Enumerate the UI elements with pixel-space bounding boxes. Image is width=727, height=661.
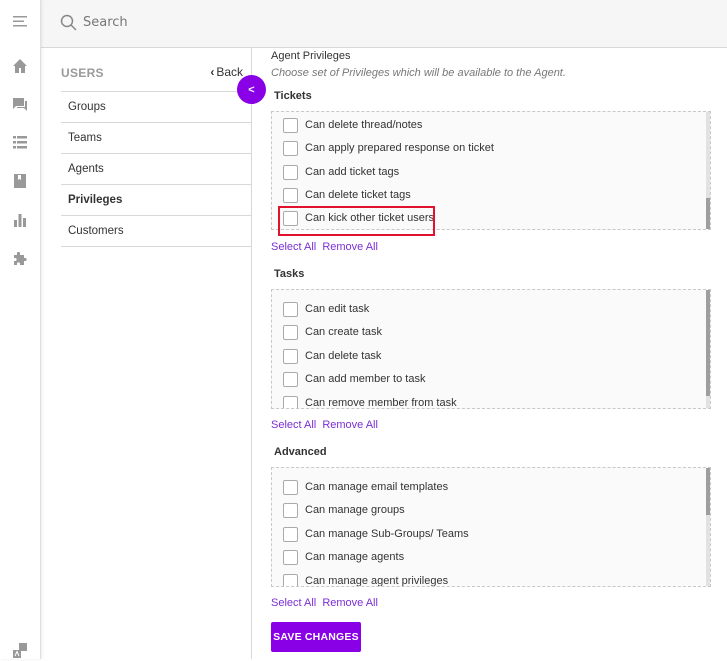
option-label: Can manage groups — [305, 504, 405, 516]
option-label: Can manage Sub-Groups/ Teams — [305, 528, 469, 540]
section-title-tickets: Tickets — [274, 90, 312, 102]
users-subnav: USERS ‹ Back Groups Teams Agents Privileg… — [41, 48, 252, 659]
option-label: Can delete ticket tags — [305, 189, 411, 201]
collapse-sidebar-button[interactable]: < — [237, 75, 266, 104]
back-link[interactable]: ‹ Back — [210, 65, 243, 79]
checkbox[interactable] — [283, 210, 298, 226]
icon-rail — [0, 0, 41, 659]
checkbox[interactable] — [283, 479, 298, 495]
chevron-left-icon: ‹ — [210, 65, 215, 79]
option-row: Can manage Sub-Groups/ Teams — [283, 525, 469, 543]
save-changes-button[interactable]: SAVE CHANGES — [271, 622, 361, 652]
remove-all-link[interactable]: Remove All — [322, 241, 378, 253]
option-row: Can add ticket tags — [283, 163, 399, 181]
puzzle-icon[interactable] — [10, 249, 30, 269]
option-row: Can delete ticket tags — [283, 186, 411, 204]
checkbox[interactable] — [283, 187, 298, 203]
option-label: Can kick other ticket users — [305, 212, 434, 224]
search-icon — [60, 14, 77, 31]
option-row: Can kick other ticket users — [283, 209, 434, 227]
bar-chart-icon[interactable] — [10, 210, 30, 230]
subnav-item-teams[interactable]: Teams — [61, 123, 252, 154]
select-all-link[interactable]: Select All — [271, 241, 316, 253]
advanced-options-box: Can manage email templates Can manage gr… — [271, 467, 711, 587]
select-all-link[interactable]: Select All — [271, 419, 316, 431]
scrollbar-thumb[interactable] — [706, 468, 710, 515]
tickets-options-box: Can delete thread/notes Can apply prepar… — [271, 111, 711, 230]
list-icon[interactable] — [10, 132, 30, 152]
subnav-title: USERS — [61, 66, 104, 80]
option-label: Can delete thread/notes — [305, 119, 423, 131]
checkbox[interactable] — [283, 395, 298, 408]
option-label: Can delete task — [305, 350, 382, 362]
chat-icon[interactable] — [10, 94, 30, 114]
option-row: Can remove member from task — [283, 394, 457, 409]
checkbox[interactable] — [283, 526, 298, 542]
tasks-bulk-links: Select All Remove All — [271, 419, 381, 431]
option-row: Can manage agents — [283, 548, 404, 566]
checkbox[interactable] — [283, 348, 298, 364]
option-row: Can manage groups — [283, 501, 405, 519]
home-icon[interactable] — [10, 56, 30, 76]
checkbox[interactable] — [283, 164, 298, 180]
checkbox[interactable] — [283, 573, 298, 586]
checkbox[interactable] — [283, 502, 298, 518]
search-input[interactable] — [83, 10, 483, 34]
remove-all-link[interactable]: Remove All — [322, 597, 378, 609]
checkbox[interactable] — [283, 301, 298, 317]
option-label: Can manage agents — [305, 551, 405, 563]
option-label: Can create task — [305, 326, 383, 338]
section-title-advanced: Advanced — [274, 446, 327, 458]
checkbox[interactable] — [283, 371, 298, 387]
menu-icon[interactable] — [10, 11, 30, 31]
subnav-item-customers[interactable]: Customers — [61, 216, 252, 247]
option-label: Can manage agent privileges — [305, 575, 449, 587]
option-label: Can edit task — [305, 303, 370, 315]
checkbox[interactable] — [283, 140, 298, 156]
option-row: Can apply prepared response on ticket — [283, 139, 494, 157]
scrollbar-thumb[interactable] — [706, 198, 710, 229]
tickets-bulk-links: Select All Remove All — [271, 241, 381, 253]
checkbox[interactable] — [283, 549, 298, 565]
scrollbar-thumb[interactable] — [706, 290, 710, 396]
subnav-item-agents[interactable]: Agents — [61, 154, 252, 185]
remove-all-link[interactable]: Remove All — [322, 419, 378, 431]
option-row: Can delete task — [283, 347, 381, 365]
back-label: Back — [216, 65, 243, 79]
section-title-tasks: Tasks — [274, 268, 305, 280]
subnav-list: Groups Teams Agents Privileges Customers — [61, 91, 252, 247]
option-row: Can manage agent privileges — [283, 572, 449, 587]
option-row: Can create task — [283, 323, 382, 341]
bookmark-icon[interactable] — [10, 171, 30, 191]
option-row: Can edit task — [283, 300, 369, 318]
option-row: Can manage email templates — [283, 478, 448, 496]
page-subheading: Choose set of Privileges which will be a… — [271, 67, 566, 79]
option-label: Can apply prepared response on ticket — [305, 142, 494, 154]
select-all-link[interactable]: Select All — [271, 597, 316, 609]
option-row: Can delete thread/notes — [283, 116, 422, 134]
option-label: Can add ticket tags — [305, 166, 400, 178]
chevron-left-icon: < — [248, 83, 255, 96]
advanced-bulk-links: Select All Remove All — [271, 597, 381, 609]
option-label: Can remove member from task — [305, 397, 457, 409]
option-label: Can manage email templates — [305, 481, 449, 493]
subnav-item-groups[interactable]: Groups — [61, 92, 252, 123]
checkbox[interactable] — [283, 324, 298, 340]
tasks-options-box: Can edit task Can create task Can delete… — [271, 289, 711, 409]
checkbox[interactable] — [283, 117, 298, 133]
option-row: Can add member to task — [283, 370, 425, 388]
page-heading: Agent Privileges — [271, 50, 351, 62]
subnav-item-privileges[interactable]: Privileges — [61, 185, 252, 216]
translate-icon[interactable] — [10, 641, 30, 661]
top-bar — [41, 0, 727, 48]
option-label: Can add member to task — [305, 373, 426, 385]
